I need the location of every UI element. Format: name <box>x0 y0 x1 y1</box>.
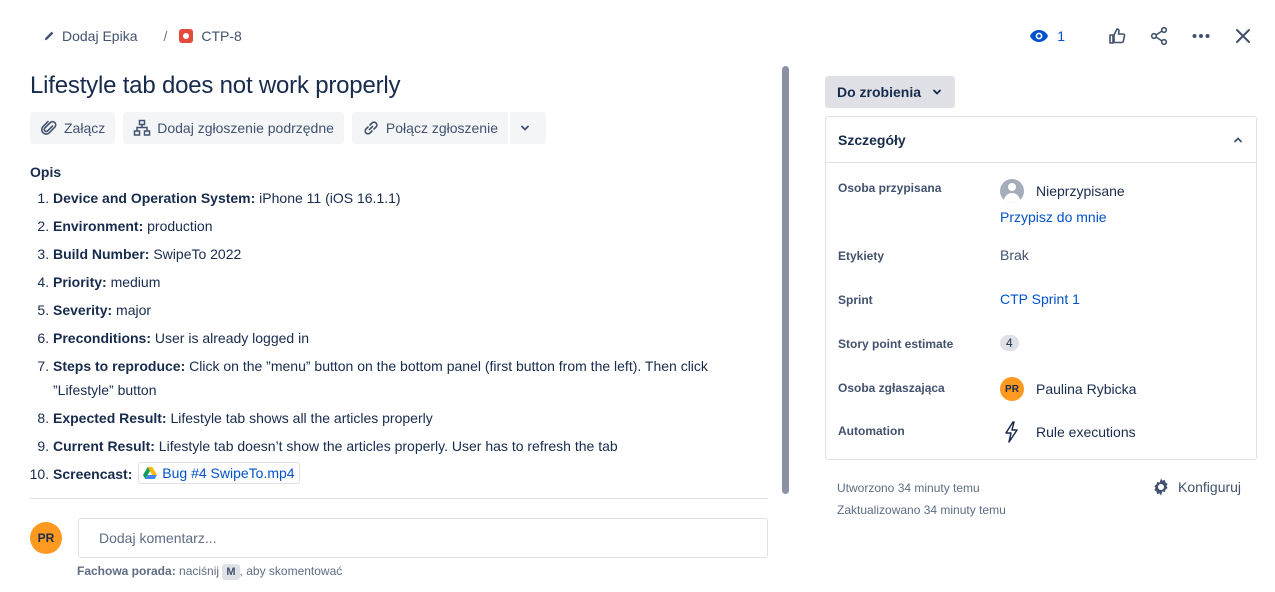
labels-label: Etykiety <box>838 249 885 263</box>
description-list[interactable]: Device and Operation System: iPhone 11 (… <box>30 186 770 486</box>
link-issue-dropdown[interactable] <box>509 112 546 144</box>
description-item: Priority: medium <box>53 270 770 294</box>
assignee-value[interactable]: Nieprzypisane <box>1000 179 1125 203</box>
updated-timestamp: Zaktualizowano 34 minuty temu <box>837 503 1006 517</box>
sprint-value[interactable]: CTP Sprint 1 <box>1000 291 1080 307</box>
lightning-icon <box>1005 421 1018 443</box>
issue-key-link[interactable]: CTP-8 <box>179 28 242 44</box>
keyboard-shortcut-badge: M <box>222 564 240 580</box>
details-fields: Osoba przypisana Nieprzypisane Przypisz … <box>826 163 1256 459</box>
status-label: Do zrobienia <box>837 84 922 100</box>
add-child-label: Dodaj zgłoszenie podrzędne <box>157 120 334 136</box>
sprint-label: Sprint <box>838 293 873 307</box>
comment-tip: Fachowa porada: naciśnij M, aby skomento… <box>77 564 343 580</box>
description-item: Build Number: SwipeTo 2022 <box>53 242 770 266</box>
story-points-label: Story point estimate <box>838 337 954 351</box>
watchers-count: 1 <box>1057 28 1065 44</box>
comment-input[interactable] <box>78 518 768 558</box>
issue-timestamps: Utworzono 34 minuty temu Zaktualizowano … <box>837 477 1006 521</box>
screencast-file-name: Bug #4 SwipeTo.mp4 <box>162 465 295 481</box>
labels-value[interactable]: Brak <box>1000 247 1029 263</box>
description-item: Severity: major <box>53 298 770 322</box>
reporter-label: Osoba zgłaszająca <box>838 381 945 395</box>
google-drive-icon <box>143 467 158 479</box>
description-item: Current Result: Lifestyle tab doesn’t sh… <box>53 434 770 458</box>
details-panel: Szczegóły Osoba przypisana Nieprzypisane… <box>825 116 1257 460</box>
issue-key: CTP-8 <box>201 28 242 44</box>
labels-field: Etykiety Brak <box>838 243 1244 287</box>
unassigned-avatar-icon <box>1000 179 1024 203</box>
share-icon[interactable] <box>1147 24 1171 48</box>
thumbs-up-icon[interactable] <box>1105 24 1129 48</box>
description-item: Steps to reproduce: Click on the ”menu” … <box>53 354 770 402</box>
add-comment-row: PR <box>30 518 770 558</box>
bug-icon <box>179 29 194 43</box>
reporter-field: Osoba zgłaszająca PR Paulina Rybicka <box>838 377 1244 421</box>
chevron-up-icon <box>1234 136 1242 142</box>
add-epic-link[interactable]: Dodaj Epika <box>42 28 138 44</box>
paperclip-icon <box>40 120 57 135</box>
eye-icon <box>1030 30 1049 42</box>
chevron-down-icon <box>521 125 529 131</box>
comment-divider <box>30 498 768 499</box>
story-points-badge: 4 <box>1000 335 1019 351</box>
issue-action-bar: Załącz Dodaj zgłoszenie podrzędne Połącz… <box>30 112 770 144</box>
details-title: Szczegóły <box>838 131 906 148</box>
more-icon[interactable] <box>1189 24 1213 48</box>
attach-label: Załącz <box>64 120 106 136</box>
details-header[interactable]: Szczegóły <box>826 117 1256 163</box>
description-item: Preconditions: User is already logged in <box>53 326 770 350</box>
story-points-field: Story point estimate 4 <box>838 331 1244 377</box>
assign-to-me-link[interactable]: Przypisz do mnie <box>1000 209 1125 225</box>
reporter-value[interactable]: PR Paulina Rybicka <box>1000 377 1136 401</box>
link-issue-split-button: Połącz zgłoszenie <box>351 112 546 144</box>
created-timestamp: Utworzono 34 minuty temu <box>837 481 980 495</box>
description-item: Screencast: Bug #4 SwipeTo.mp4 <box>53 462 770 486</box>
avatar: PR <box>1000 377 1024 401</box>
description-item: Device and Operation System: iPhone 11 (… <box>53 186 770 210</box>
configure-button[interactable]: Konfiguruj <box>1151 477 1241 497</box>
add-epic-label: Dodaj Epika <box>62 28 138 44</box>
chevron-down-icon <box>933 89 941 95</box>
hierarchy-icon <box>133 119 151 136</box>
description-item: Expected Result: Lifestyle tab shows all… <box>53 406 770 430</box>
issue-main-column: Lifestyle tab does not work properly Zał… <box>30 66 770 580</box>
gear-icon <box>1154 478 1168 496</box>
sprint-field: Sprint CTP Sprint 1 <box>838 287 1244 331</box>
description-item: Environment: production <box>53 214 770 238</box>
header-actions: 1 <box>1029 22 1255 50</box>
automation-value[interactable]: Rule executions <box>1000 421 1136 443</box>
assignee-label: Osoba przypisana <box>838 181 942 195</box>
watch-button[interactable]: 1 <box>1029 28 1065 44</box>
automation-field: Automation Rule executions <box>838 421 1244 457</box>
configure-label: Konfiguruj <box>1178 479 1242 495</box>
issue-header-bar: Dodaj Epika / CTP-8 1 <box>30 22 1255 50</box>
automation-label: Automation <box>838 424 905 438</box>
issue-sidebar: Do zrobienia Szczegóły Osoba przypisana … <box>825 76 1257 460</box>
close-icon[interactable] <box>1231 24 1255 48</box>
scrollbar[interactable] <box>782 66 789 494</box>
assignee-field: Osoba przypisana Nieprzypisane Przypisz … <box>838 175 1244 243</box>
story-points-value[interactable]: 4 <box>1000 335 1019 351</box>
avatar: PR <box>30 522 62 554</box>
screencast-file-link[interactable]: Bug #4 SwipeTo.mp4 <box>138 462 300 484</box>
issue-title[interactable]: Lifestyle tab does not work properly <box>30 66 770 106</box>
attach-button[interactable]: Załącz <box>30 112 116 144</box>
link-issue-button[interactable]: Połącz zgłoszenie <box>351 112 508 144</box>
link-icon <box>364 121 378 135</box>
status-dropdown[interactable]: Do zrobienia <box>825 76 956 108</box>
pencil-icon <box>44 31 54 41</box>
link-issue-label: Połącz zgłoszenie <box>385 120 498 136</box>
breadcrumb-separator: / <box>163 28 168 44</box>
add-child-issue-button[interactable]: Dodaj zgłoszenie podrzędne <box>123 112 344 144</box>
description-label: Opis <box>30 164 62 180</box>
